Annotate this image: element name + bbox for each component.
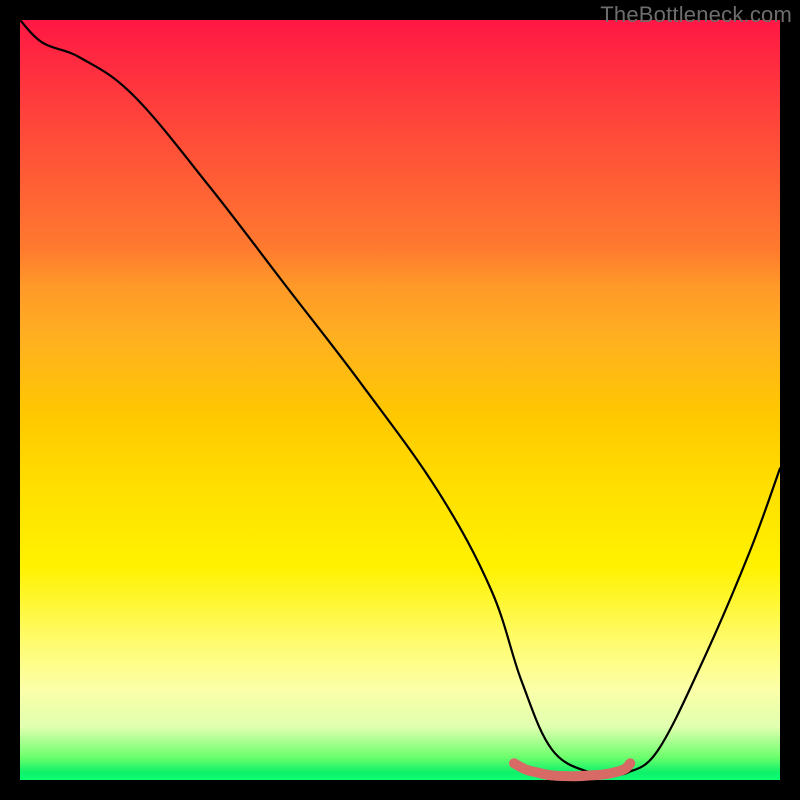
chart-frame: TheBottleneck.com [0,0,800,800]
chart-plot-area [20,20,780,780]
bottleneck-curve-line [20,20,780,774]
watermark-text: TheBottleneck.com [600,2,792,28]
chart-svg [20,20,780,780]
